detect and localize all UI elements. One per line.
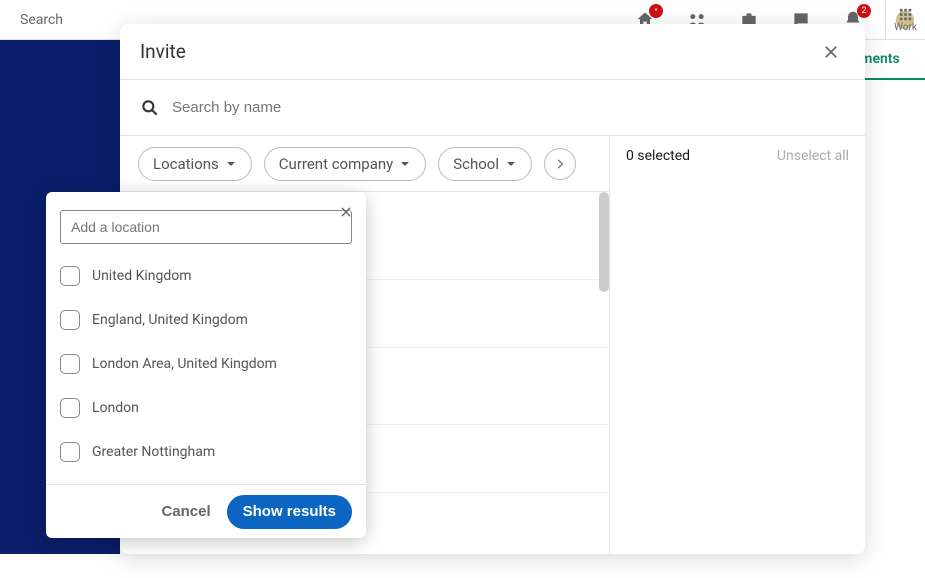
location-option[interactable]: England, United Kingdom [60, 298, 352, 342]
location-option[interactable]: Greater Nottingham [60, 430, 352, 474]
cancel-button[interactable]: Cancel [161, 503, 210, 520]
filter-school[interactable]: School [438, 147, 532, 181]
checkbox[interactable] [60, 354, 80, 374]
unselect-all-button[interactable]: Unselect all [777, 148, 849, 164]
selection-summary: 0 selected Unselect all [609, 136, 865, 554]
scrollbar[interactable] [599, 192, 609, 292]
selected-count: 0 selected [626, 148, 690, 164]
chevron-down-icon [225, 158, 237, 170]
modal-title: Invite [140, 40, 186, 63]
filter-current-company[interactable]: Current company [264, 147, 426, 181]
modal-search-row [120, 80, 865, 136]
home-badge: • [649, 4, 663, 18]
filter-locations[interactable]: Locations [138, 147, 252, 181]
search-icon [140, 98, 160, 118]
chevron-down-icon [399, 158, 411, 170]
checkbox[interactable] [60, 310, 80, 330]
location-input[interactable] [60, 210, 352, 244]
search-input[interactable] [172, 99, 845, 116]
modal-header: Invite [120, 24, 865, 80]
location-option[interactable]: United Kingdom [60, 254, 352, 298]
location-option[interactable]: London Area, United Kingdom [60, 342, 352, 386]
chevron-right-icon [553, 157, 567, 171]
location-options-list: United Kingdom England, United Kingdom L… [46, 254, 366, 484]
locations-popover: United Kingdom England, United Kingdom L… [46, 192, 366, 538]
location-option[interactable]: London [60, 386, 352, 430]
work-menu[interactable]: Work [885, 0, 925, 40]
work-label: Work [894, 22, 917, 33]
checkbox[interactable] [60, 398, 80, 418]
popover-footer: Cancel Show results [46, 484, 366, 538]
popover-input-wrap [46, 192, 366, 254]
filters-next-button[interactable] [544, 148, 576, 180]
checkbox[interactable] [60, 442, 80, 462]
checkbox[interactable] [60, 266, 80, 286]
global-search-placeholder[interactable]: Search [12, 12, 63, 28]
popover-close-icon[interactable] [334, 200, 358, 224]
notifications-badge: 2 [857, 4, 871, 18]
show-results-button[interactable]: Show results [227, 495, 352, 529]
close-icon[interactable] [817, 38, 845, 66]
filters-row: Locations Current company School [120, 136, 609, 192]
chevron-down-icon [505, 158, 517, 170]
